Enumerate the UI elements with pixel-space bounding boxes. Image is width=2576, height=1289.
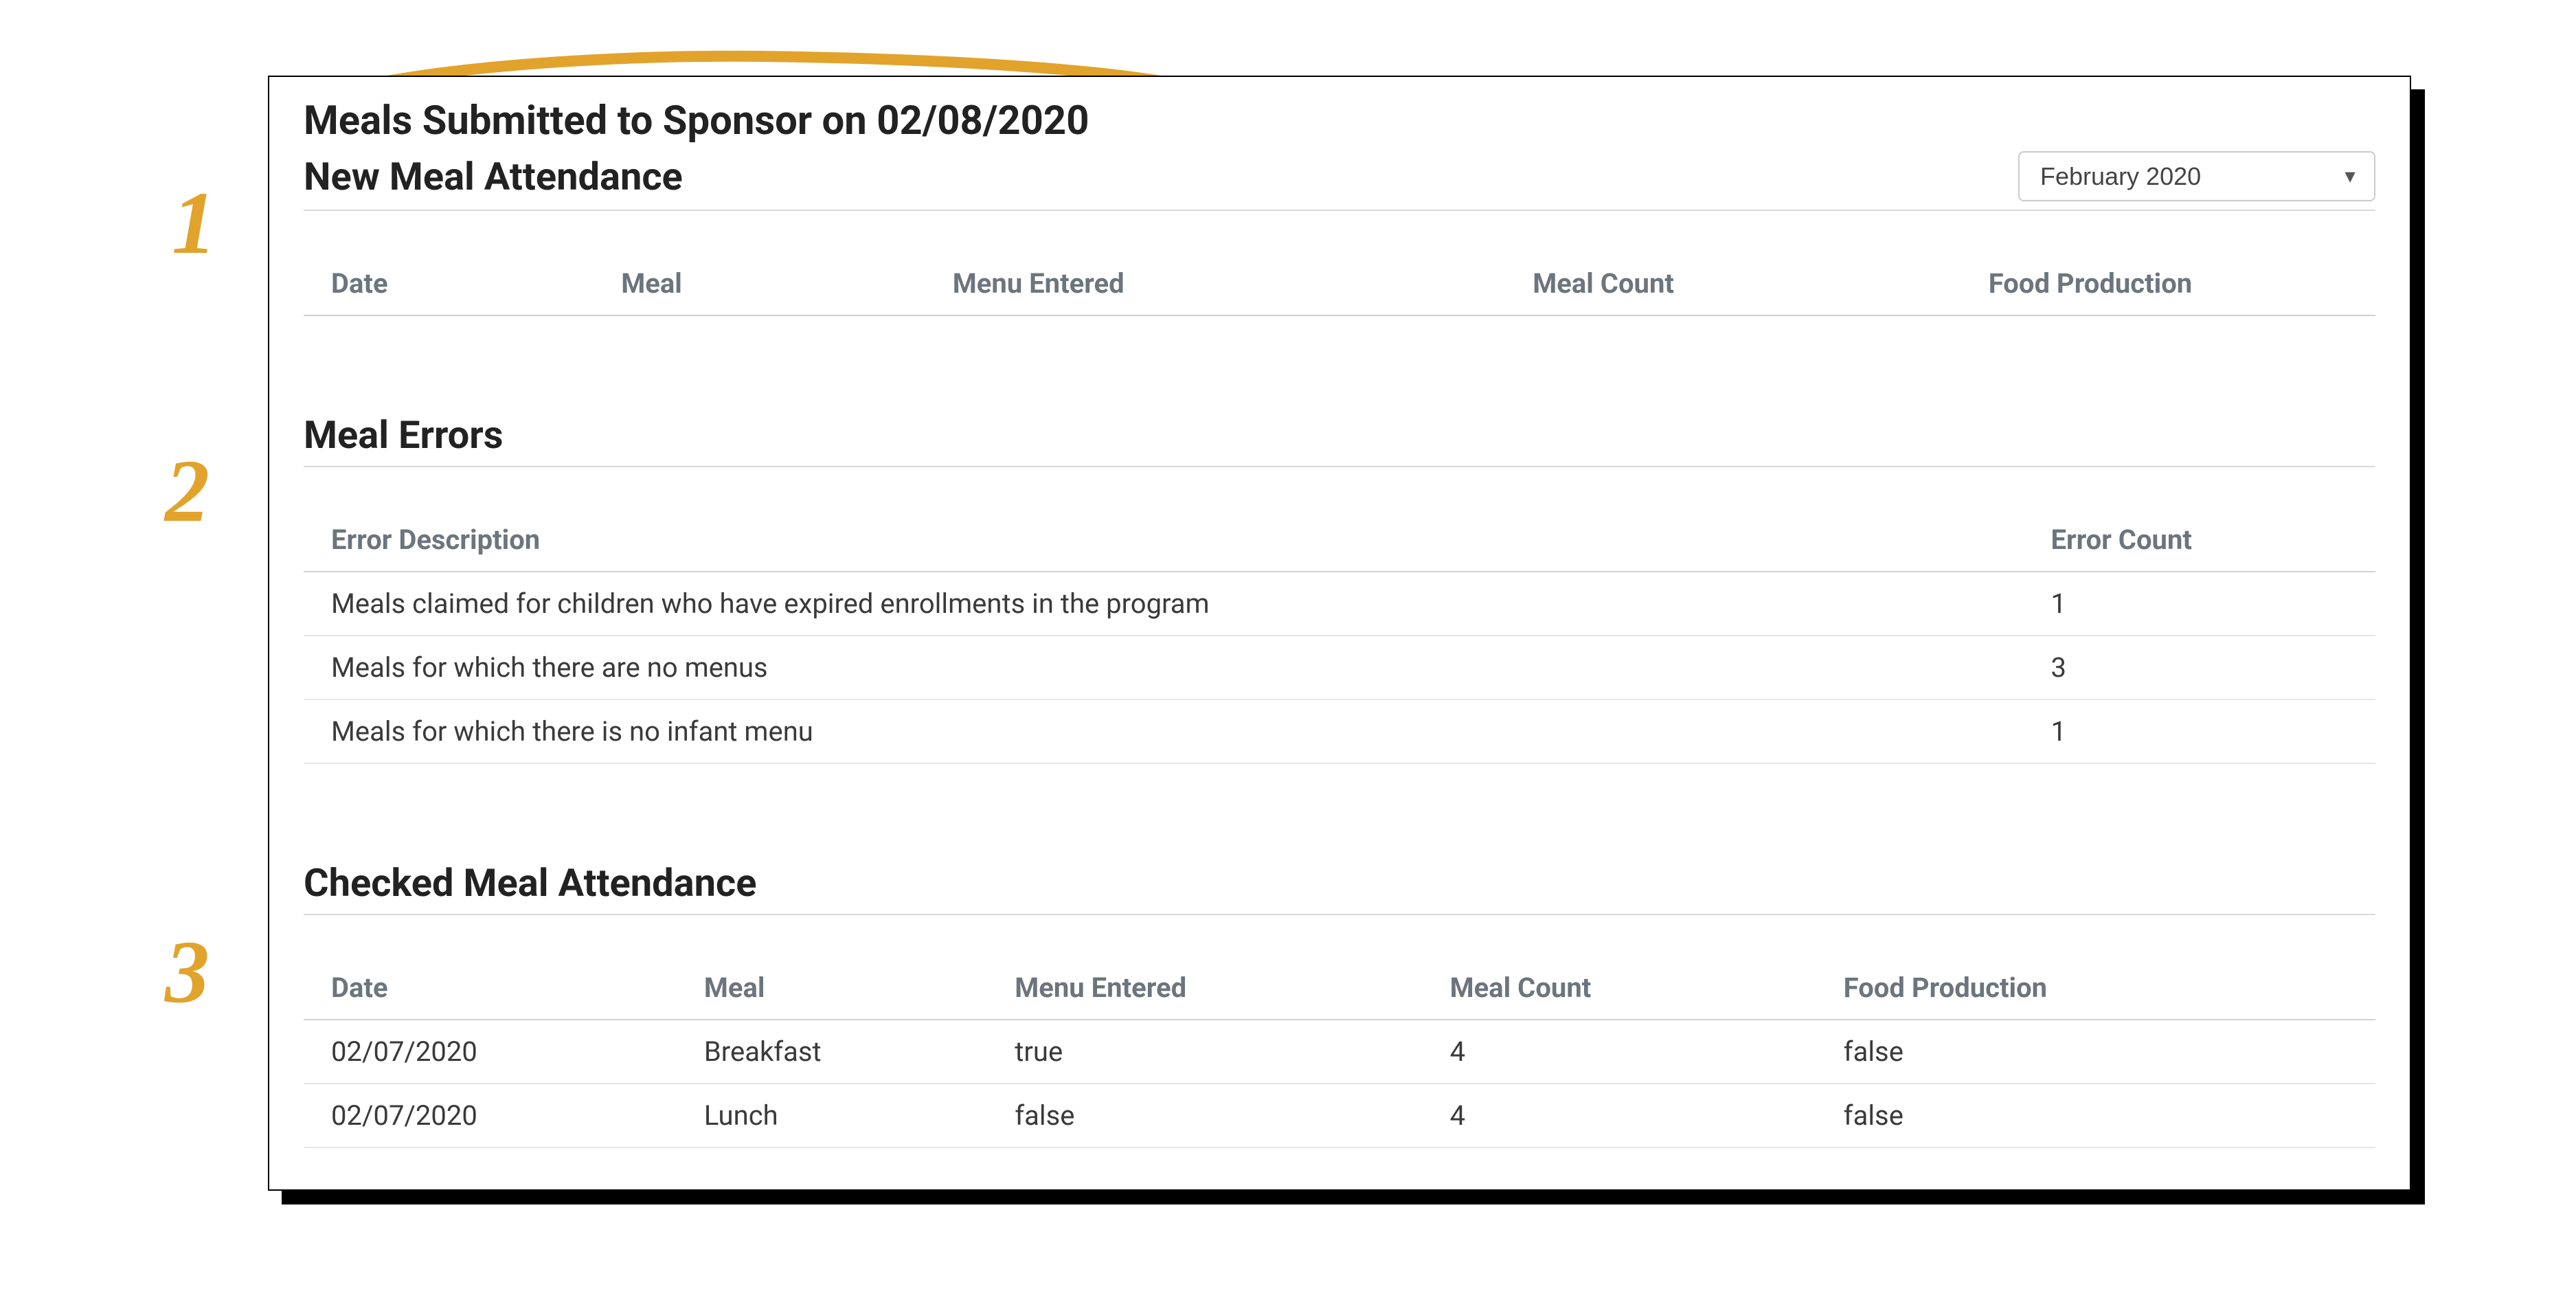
table-row: Meals claimed for children who have expi… xyxy=(304,572,2375,636)
col-meal-count: Meal Count xyxy=(1423,956,1816,1020)
table-row: 02/07/2020 Breakfast true 4 false xyxy=(304,1020,2375,1084)
col-error-count: Error Count xyxy=(2044,508,2375,572)
error-desc: Meals claimed for children who have expi… xyxy=(304,572,2044,636)
cell-food-production: false xyxy=(1816,1020,2375,1084)
cell-meal: Lunch xyxy=(677,1084,987,1147)
annotation-num-1: 1 xyxy=(172,172,216,275)
col-food-production: Food Production xyxy=(1816,956,2375,1020)
month-select[interactable]: February 2020 xyxy=(2018,151,2375,201)
page-title: Meals Submitted to Sponsor on 02/08/2020 xyxy=(304,98,2375,144)
cell-menu-entered: false xyxy=(987,1084,1422,1147)
error-count: 3 xyxy=(2044,636,2375,699)
cell-date: 02/07/2020 xyxy=(304,1084,677,1147)
table-row: Meals for which there are no menus 3 xyxy=(304,636,2375,699)
col-date: Date xyxy=(304,252,594,315)
col-meal: Meal xyxy=(677,956,987,1020)
error-desc: Meals for which there are no menus xyxy=(304,636,2044,699)
cell-meal-count: 4 xyxy=(1423,1020,1816,1084)
cell-food-production: false xyxy=(1816,1084,2375,1147)
section-title-checked-attendance: Checked Meal Attendance xyxy=(304,860,756,906)
section-title-new-attendance: New Meal Attendance xyxy=(304,154,683,199)
main-panel: Meals Submitted to Sponsor on 02/08/2020… xyxy=(268,76,2411,1191)
section-header-new-attendance: New Meal Attendance February 2020 ▼ xyxy=(304,151,2375,211)
meal-errors-table: Error Description Error Count Meals clai… xyxy=(304,508,2375,764)
section-header-checked-attendance: Checked Meal Attendance xyxy=(304,860,2375,915)
col-food-production: Food Production xyxy=(1961,252,2375,315)
annotation-num-3: 3 xyxy=(165,921,210,1024)
col-date: Date xyxy=(304,956,677,1020)
col-menu-entered: Menu Entered xyxy=(987,956,1422,1020)
col-meal: Meal xyxy=(594,252,925,315)
table-row: Meals for which there is no infant menu … xyxy=(304,699,2375,763)
error-count: 1 xyxy=(2044,699,2375,763)
checked-attendance-header-row: Date Meal Menu Entered Meal Count Food P… xyxy=(304,956,2375,1020)
new-attendance-header-row: Date Meal Menu Entered Meal Count Food P… xyxy=(304,252,2375,315)
month-select-wrap: February 2020 ▼ xyxy=(2018,151,2375,201)
col-error-desc: Error Description xyxy=(304,508,2044,572)
error-count: 1 xyxy=(2044,572,2375,636)
cell-menu-entered: true xyxy=(987,1020,1422,1084)
col-meal-count: Meal Count xyxy=(1505,252,1961,315)
section-header-meal-errors: Meal Errors xyxy=(304,412,2375,467)
meal-errors-header-row: Error Description Error Count xyxy=(304,508,2375,572)
cell-meal-count: 4 xyxy=(1423,1084,1816,1147)
cell-date: 02/07/2020 xyxy=(304,1020,677,1084)
error-desc: Meals for which there is no infant menu xyxy=(304,699,2044,763)
cell-meal: Breakfast xyxy=(677,1020,987,1084)
new-attendance-table: Date Meal Menu Entered Meal Count Food P… xyxy=(304,252,2375,316)
col-menu-entered: Menu Entered xyxy=(925,252,1505,315)
table-row: 02/07/2020 Lunch false 4 false xyxy=(304,1084,2375,1147)
section-title-meal-errors: Meal Errors xyxy=(304,412,504,458)
annotation-num-2: 2 xyxy=(165,440,210,543)
checked-attendance-table: Date Meal Menu Entered Meal Count Food P… xyxy=(304,956,2375,1148)
page-root: 1 2 3 Meals Submitted to Sponsor on 02/0… xyxy=(34,34,2542,1255)
